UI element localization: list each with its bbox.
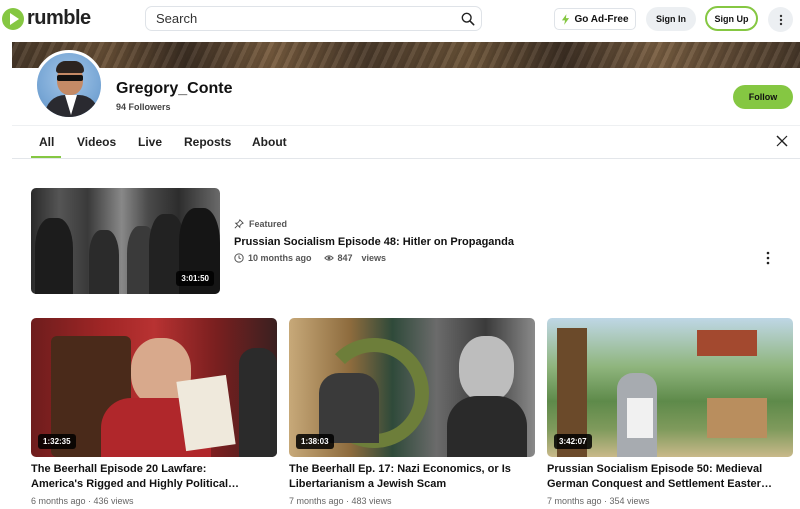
rumble-logo[interactable]: rumble	[2, 7, 91, 30]
video-duration: 3:01:50	[176, 271, 214, 286]
divider	[12, 125, 800, 126]
video-title[interactable]: The Beerhall Episode 20 Lawfare: America…	[31, 462, 279, 492]
video-meta: 7 months ago · 354 views	[547, 496, 650, 506]
video-duration: 3:42:07	[554, 434, 592, 449]
channel-avatar[interactable]	[34, 50, 104, 120]
rumble-logo-icon	[2, 7, 24, 30]
video-title[interactable]: Prussian Socialism Episode 50: Medieval …	[547, 462, 795, 492]
tab-reposts[interactable]: Reposts	[184, 135, 231, 149]
more-options-button[interactable]	[768, 7, 793, 32]
video-title[interactable]: The Beerhall Ep. 17: Nazi Economics, or …	[289, 462, 537, 492]
go-ad-free-button[interactable]: Go Ad-Free	[554, 8, 636, 30]
vertical-dots-icon	[779, 14, 782, 25]
top-header: rumble Go Ad-Free Sign In Sign Up	[0, 0, 800, 40]
tab-about[interactable]: About	[252, 135, 287, 149]
lightning-bolt-icon	[562, 13, 570, 25]
follow-button[interactable]: Follow	[733, 85, 793, 109]
video-options-icon[interactable]	[764, 251, 772, 265]
sign-up-button[interactable]: Sign Up	[705, 6, 758, 31]
search-icon[interactable]	[461, 12, 475, 26]
channel-banner	[12, 42, 800, 68]
sign-in-button[interactable]: Sign In	[646, 7, 696, 31]
featured-video-meta: 10 months ago 847 views	[234, 253, 386, 263]
tab-live[interactable]: Live	[138, 135, 162, 149]
featured-video-views-suffix: views	[361, 253, 387, 263]
featured-video-thumbnail[interactable]: 3:01:50	[31, 188, 220, 294]
eye-icon	[323, 255, 334, 261]
channel-name: Gregory_Conte	[116, 80, 233, 97]
featured-label: Featured	[234, 219, 287, 229]
video-meta: 7 months ago · 483 views	[289, 496, 392, 506]
video-thumbnail[interactable]: 1:32:35	[31, 318, 277, 457]
video-meta: 6 months ago · 436 views	[31, 496, 134, 506]
video-duration: 1:32:35	[38, 434, 76, 449]
x-social-icon[interactable]	[776, 135, 788, 147]
logo-text: rumble	[27, 7, 91, 29]
tabs-divider	[12, 158, 800, 159]
search-input[interactable]	[156, 11, 456, 26]
clock-icon	[234, 253, 244, 263]
follower-count: 94 Followers	[116, 102, 171, 112]
video-duration: 1:38:03	[296, 434, 334, 449]
go-ad-free-label: Go Ad-Free	[574, 13, 629, 25]
video-thumbnail[interactable]: 3:42:07	[547, 318, 793, 457]
featured-video-title[interactable]: Prussian Socialism Episode 48: Hitler on…	[234, 236, 514, 248]
tab-videos[interactable]: Videos	[77, 135, 116, 149]
tab-all[interactable]: All	[39, 135, 54, 149]
featured-video-views: 847	[337, 253, 353, 263]
video-thumbnail[interactable]: 1:38:03	[289, 318, 535, 457]
featured-label-text: Featured	[249, 219, 288, 229]
search-bar[interactable]	[145, 6, 482, 31]
featured-video-age: 10 months ago	[248, 253, 312, 263]
pin-icon	[234, 219, 244, 229]
